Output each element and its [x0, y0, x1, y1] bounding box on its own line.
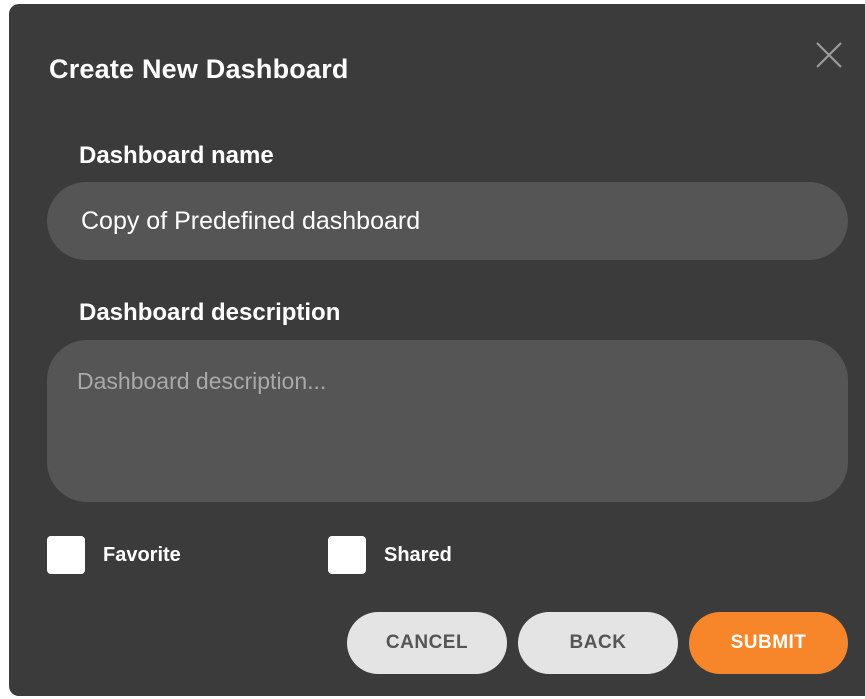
- favorite-label: Favorite: [103, 543, 181, 566]
- favorite-checkbox[interactable]: Favorite: [47, 536, 181, 574]
- dialog-title: Create New Dashboard: [49, 54, 349, 84]
- dashboard-description-input[interactable]: [47, 340, 848, 502]
- back-button[interactable]: BACK: [518, 612, 678, 674]
- dashboard-name-input[interactable]: [47, 182, 848, 260]
- favorite-checkbox-box[interactable]: [47, 536, 85, 574]
- shared-checkbox-box[interactable]: [328, 536, 366, 574]
- create-dashboard-dialog: Create New Dashboard Dashboard name Dash…: [9, 4, 865, 696]
- close-icon: [816, 42, 842, 68]
- cancel-button[interactable]: CANCEL: [347, 612, 507, 674]
- dashboard-name-label: Dashboard name: [79, 142, 274, 169]
- shared-checkbox[interactable]: Shared: [328, 536, 452, 574]
- dashboard-description-label: Dashboard description: [79, 299, 341, 326]
- submit-button[interactable]: SUBMIT: [689, 612, 848, 674]
- shared-label: Shared: [384, 543, 452, 566]
- close-button[interactable]: [811, 37, 847, 73]
